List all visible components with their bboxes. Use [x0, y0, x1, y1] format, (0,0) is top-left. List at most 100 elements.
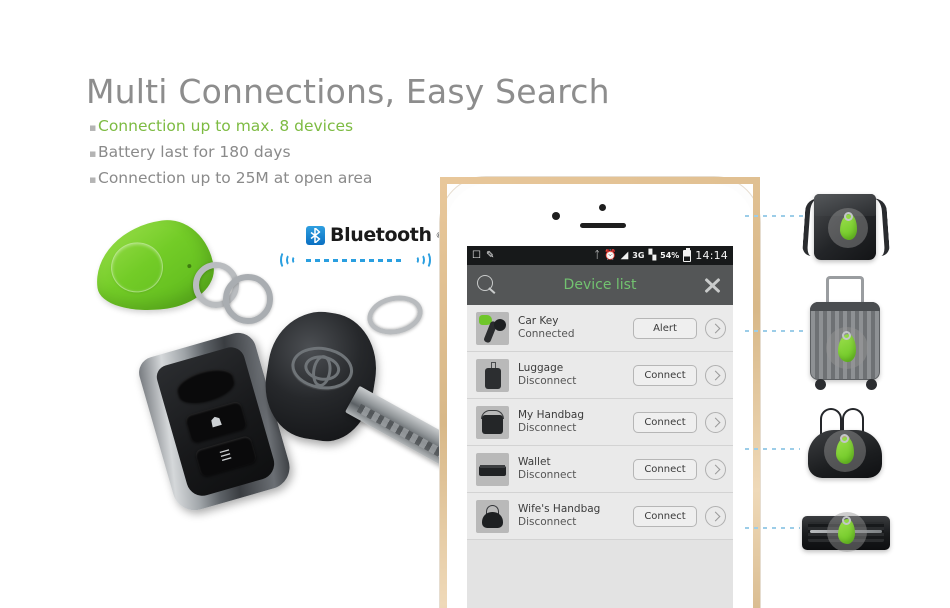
device-list: Car Key Connected Alert Luggage Disconne…	[467, 305, 733, 608]
table-row[interactable]: Car Key Connected Alert	[467, 305, 733, 352]
feature-text: Connection up to max. 8 devices	[98, 117, 354, 135]
signal-wave-left-icon	[292, 256, 298, 264]
product-wallet	[796, 506, 896, 558]
handbag-icon	[476, 405, 509, 439]
chevron-right-circle-icon[interactable]	[705, 364, 726, 386]
fob-face: ☗ ☰	[153, 343, 278, 500]
device-name: Car Key	[518, 315, 559, 327]
table-row[interactable]: Luggage Disconnect Connect	[467, 352, 733, 399]
bluetooth-logo: Bluetooth ®	[306, 224, 443, 246]
device-name: Luggage	[518, 362, 564, 374]
table-row[interactable]: My Handbag Disconnect Connect	[467, 399, 733, 446]
device-name: Wallet	[518, 456, 551, 468]
earpiece-speaker-icon	[580, 223, 626, 228]
feature-text: Connection up to 25M at open area	[98, 169, 373, 187]
list-item: ▪ Battery last for 180 days	[89, 140, 372, 166]
list-item: ▪ Connection up to max. 8 devices	[89, 114, 372, 140]
table-row[interactable]: Wife's Handbag Disconnect Connect	[467, 493, 733, 540]
keyring-icon	[840, 434, 849, 443]
keyring-icon	[844, 212, 853, 221]
bullet-dot-icon: ▪	[89, 173, 97, 186]
clock-label: 14:14	[695, 249, 728, 262]
wifi-icon: ◢	[620, 250, 629, 261]
signal-wave-right-icon	[413, 256, 419, 264]
cellular-signal-icon: ▚	[648, 250, 657, 261]
wallet-icon	[476, 452, 509, 486]
network-type-label: 3G	[632, 251, 645, 260]
car-key-tracker-icon	[476, 311, 509, 345]
chevron-right-circle-icon[interactable]	[705, 458, 726, 480]
trunk-glyph-icon: ☰	[218, 447, 234, 466]
bluetooth-branding: Bluetooth ®	[278, 224, 443, 272]
close-x-icon[interactable]	[702, 275, 723, 296]
trunk-button-icon: ☰	[194, 434, 258, 479]
empty-list-area	[467, 540, 733, 608]
table-row[interactable]: Wallet Disconnect Connect	[467, 446, 733, 493]
device-status: Disconnect	[518, 375, 577, 387]
connector-line	[745, 527, 800, 529]
lock-glyph-icon: ☗	[208, 413, 224, 432]
front-camera-icon	[552, 212, 560, 220]
product-handbag	[798, 404, 894, 486]
chevron-right-circle-icon[interactable]	[705, 317, 726, 339]
purse-icon	[476, 499, 509, 533]
connect-button[interactable]: Connect	[633, 411, 697, 433]
tracker-button-icon	[107, 239, 167, 296]
page-title: Multi Connections, Easy Search	[86, 72, 610, 111]
device-info: Wife's Handbag Disconnect	[518, 503, 633, 529]
alarm-icon: ⏰	[604, 250, 617, 261]
device-info: Luggage Disconnect	[518, 362, 633, 388]
connector-line	[745, 448, 800, 450]
promo-banner: Multi Connections, Easy Search ▪ Connect…	[0, 0, 950, 608]
status-bar: ☐ ✎ ᛏ ⏰ ◢ 3G ▚ 54% 14:14	[467, 246, 733, 265]
connector-line	[745, 215, 803, 217]
keyring-icon	[842, 516, 851, 525]
connector-line	[745, 330, 803, 332]
device-info: My Handbag Disconnect	[518, 409, 633, 435]
connect-button[interactable]: Connect	[633, 364, 697, 386]
battery-percent-label: 54%	[660, 251, 680, 260]
app-title: Device list	[563, 277, 637, 293]
bluetooth-wordmark: Bluetooth	[330, 224, 432, 246]
chevron-right-circle-icon[interactable]	[705, 505, 726, 527]
toyota-logo-icon	[288, 342, 357, 394]
proximity-sensor-icon	[599, 204, 606, 211]
luggage-icon	[476, 358, 509, 392]
bullet-dot-icon: ▪	[89, 147, 97, 160]
device-status: Disconnect	[518, 516, 577, 528]
tracker-speaker-hole-icon	[187, 263, 192, 269]
bullet-dot-icon: ▪	[89, 121, 97, 134]
device-name: My Handbag	[518, 409, 585, 421]
chevron-right-circle-icon[interactable]	[705, 411, 726, 433]
device-info: Wallet Disconnect	[518, 456, 633, 482]
bluetooth-icon	[306, 225, 325, 245]
phone-screen: ☐ ✎ ᛏ ⏰ ◢ 3G ▚ 54% 14:14 Device list Car…	[467, 246, 733, 608]
app-header: Device list	[467, 265, 733, 305]
device-info: Car Key Connected	[518, 315, 633, 341]
device-status: Disconnect	[518, 422, 577, 434]
car-keys-photo: ☗ ☰	[135, 290, 462, 530]
product-messenger-bag	[800, 182, 892, 266]
product-suitcase	[798, 272, 894, 392]
status-bar-left: ☐ ✎	[472, 250, 494, 261]
list-item: ▪ Connection up to 25M at open area	[89, 166, 372, 192]
feature-text: Battery last for 180 days	[98, 143, 291, 161]
device-status: Connected	[518, 328, 575, 340]
unlock-button-icon	[174, 364, 238, 409]
smartphone-mockup: ☐ ✎ ᛏ ⏰ ◢ 3G ▚ 54% 14:14 Device list Car…	[440, 177, 760, 608]
phone-front: ☐ ✎ ᛏ ⏰ ◢ 3G ▚ 54% 14:14 Device list Car…	[447, 184, 753, 608]
device-name: Wife's Handbag	[518, 503, 601, 515]
keyring-icon	[842, 331, 851, 340]
signal-waves	[278, 249, 433, 271]
keyring-icon	[363, 290, 427, 340]
feature-list: ▪ Connection up to max. 8 devices ▪ Batt…	[89, 114, 372, 192]
battery-icon	[683, 247, 692, 262]
bluetooth-glyph-icon	[310, 227, 321, 243]
alert-button[interactable]: Alert	[633, 317, 697, 339]
connect-button[interactable]: Connect	[633, 505, 697, 527]
device-status: Disconnect	[518, 469, 577, 481]
connect-button[interactable]: Connect	[633, 458, 697, 480]
connection-dotted-line	[306, 259, 402, 262]
bluetooth-icon: ᛏ	[594, 250, 601, 261]
sim-card-icon: ☐	[472, 250, 481, 261]
